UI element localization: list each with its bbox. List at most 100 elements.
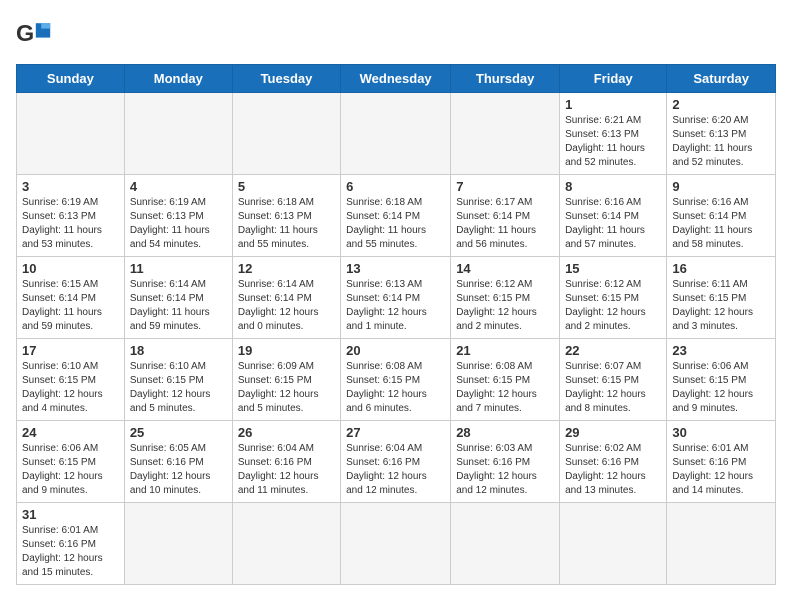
sun-info: Sunrise: 6:08 AM Sunset: 6:15 PM Dayligh… <box>456 360 554 416</box>
day-number: 3 <box>22 179 119 194</box>
day-number: 20 <box>346 343 445 358</box>
day-number: 1 <box>565 97 661 112</box>
calendar-cell: 28 Sunrise: 6:03 AM Sunset: 6:16 PM Dayli… <box>451 421 560 503</box>
calendar-week-1: 3 Sunrise: 6:19 AM Sunset: 6:13 PM Daylig… <box>17 175 776 257</box>
day-number: 8 <box>565 179 661 194</box>
calendar-cell: 26Sunrise: 6:04 AM Sunset: 6:16 PM Dayli… <box>232 421 340 503</box>
sun-info: Sunrise: 6:12 AM Sunset: 6:15 PM Dayligh… <box>565 278 661 334</box>
sun-info: Sunrise: 6:18 AM Sunset: 6:14 PM Dayligh… <box>346 196 445 252</box>
day-number: 28 <box>456 425 554 440</box>
sun-info: Sunrise: 6:19 AM Sunset: 6:13 PM Dayligh… <box>22 196 119 252</box>
day-number: 31 <box>22 507 119 522</box>
svg-text:G: G <box>16 20 34 46</box>
calendar-cell: 16Sunrise: 6:11 AM Sunset: 6:15 PM Dayli… <box>667 257 776 339</box>
calendar-cell: 14Sunrise: 6:12 AM Sunset: 6:15 PM Dayli… <box>451 257 560 339</box>
day-header-tuesday: Tuesday <box>232 65 340 93</box>
day-number: 21 <box>456 343 554 358</box>
calendar-cell: 30Sunrise: 6:01 AM Sunset: 6:16 PM Dayli… <box>667 421 776 503</box>
day-number: 5 <box>238 179 335 194</box>
calendar-cell <box>341 93 451 175</box>
sun-info: Sunrise: 6:15 AM Sunset: 6:14 PM Dayligh… <box>22 278 119 334</box>
sun-info: Sunrise: 6:11 AM Sunset: 6:15 PM Dayligh… <box>672 278 770 334</box>
day-header-sunday: Sunday <box>17 65 125 93</box>
calendar-cell: 7 Sunrise: 6:17 AM Sunset: 6:14 PM Daylig… <box>451 175 560 257</box>
calendar-cell: 27 Sunrise: 6:04 AM Sunset: 6:16 PM Dayli… <box>341 421 451 503</box>
sun-info: Sunrise: 6:09 AM Sunset: 6:15 PM Dayligh… <box>238 360 335 416</box>
day-header-monday: Monday <box>124 65 232 93</box>
calendar-cell <box>232 503 340 585</box>
sun-info: Sunrise: 6:14 AM Sunset: 6:14 PM Dayligh… <box>130 278 227 334</box>
calendar-cell <box>124 93 232 175</box>
calendar-table: SundayMondayTuesdayWednesdayThursdayFrid… <box>16 64 776 585</box>
calendar-cell: 10Sunrise: 6:15 AM Sunset: 6:14 PM Dayli… <box>17 257 125 339</box>
calendar-cell <box>341 503 451 585</box>
logo-icon: G <box>16 16 52 52</box>
day-header-saturday: Saturday <box>667 65 776 93</box>
calendar-cell: 1 Sunrise: 6:21 AM Sunset: 6:13 PM Daylig… <box>560 93 667 175</box>
calendar-cell <box>17 93 125 175</box>
calendar-cell <box>560 503 667 585</box>
calendar-cell <box>451 503 560 585</box>
day-number: 13 <box>346 261 445 276</box>
calendar-week-3: 17Sunrise: 6:10 AM Sunset: 6:15 PM Dayli… <box>17 339 776 421</box>
calendar-cell: 31Sunrise: 6:01 AM Sunset: 6:16 PM Dayli… <box>17 503 125 585</box>
day-number: 7 <box>456 179 554 194</box>
sun-info: Sunrise: 6:05 AM Sunset: 6:16 PM Dayligh… <box>130 442 227 498</box>
calendar-cell: 23Sunrise: 6:06 AM Sunset: 6:15 PM Dayli… <box>667 339 776 421</box>
sun-info: Sunrise: 6:02 AM Sunset: 6:16 PM Dayligh… <box>565 442 661 498</box>
sun-info: Sunrise: 6:04 AM Sunset: 6:16 PM Dayligh… <box>346 442 445 498</box>
calendar-week-0: 1 Sunrise: 6:21 AM Sunset: 6:13 PM Daylig… <box>17 93 776 175</box>
day-header-friday: Friday <box>560 65 667 93</box>
day-number: 2 <box>672 97 770 112</box>
calendar-body: 1 Sunrise: 6:21 AM Sunset: 6:13 PM Daylig… <box>17 93 776 585</box>
day-number: 27 <box>346 425 445 440</box>
sun-info: Sunrise: 6:01 AM Sunset: 6:16 PM Dayligh… <box>672 442 770 498</box>
calendar-cell: 18 Sunrise: 6:10 AM Sunset: 6:15 PM Dayli… <box>124 339 232 421</box>
day-number: 24 <box>22 425 119 440</box>
day-number: 4 <box>130 179 227 194</box>
day-number: 14 <box>456 261 554 276</box>
sun-info: Sunrise: 6:20 AM Sunset: 6:13 PM Dayligh… <box>672 114 770 170</box>
calendar-cell: 20Sunrise: 6:08 AM Sunset: 6:15 PM Dayli… <box>341 339 451 421</box>
sun-info: Sunrise: 6:21 AM Sunset: 6:13 PM Dayligh… <box>565 114 661 170</box>
sun-info: Sunrise: 6:18 AM Sunset: 6:13 PM Dayligh… <box>238 196 335 252</box>
sun-info: Sunrise: 6:19 AM Sunset: 6:13 PM Dayligh… <box>130 196 227 252</box>
calendar-cell: 24Sunrise: 6:06 AM Sunset: 6:15 PM Dayli… <box>17 421 125 503</box>
calendar-cell: 21 Sunrise: 6:08 AM Sunset: 6:15 PM Dayli… <box>451 339 560 421</box>
sun-info: Sunrise: 6:03 AM Sunset: 6:16 PM Dayligh… <box>456 442 554 498</box>
calendar-cell <box>451 93 560 175</box>
day-number: 12 <box>238 261 335 276</box>
page-header: G <box>16 16 776 52</box>
calendar-cell: 22 Sunrise: 6:07 AM Sunset: 6:15 PM Dayli… <box>560 339 667 421</box>
calendar-cell <box>667 503 776 585</box>
day-number: 25 <box>130 425 227 440</box>
calendar-week-5: 31Sunrise: 6:01 AM Sunset: 6:16 PM Dayli… <box>17 503 776 585</box>
calendar-cell <box>124 503 232 585</box>
sun-info: Sunrise: 6:10 AM Sunset: 6:15 PM Dayligh… <box>130 360 227 416</box>
calendar-cell: 8Sunrise: 6:16 AM Sunset: 6:14 PM Daylig… <box>560 175 667 257</box>
sun-info: Sunrise: 6:16 AM Sunset: 6:14 PM Dayligh… <box>672 196 770 252</box>
calendar-week-4: 24Sunrise: 6:06 AM Sunset: 6:15 PM Dayli… <box>17 421 776 503</box>
sun-info: Sunrise: 6:07 AM Sunset: 6:15 PM Dayligh… <box>565 360 661 416</box>
calendar-cell: 12Sunrise: 6:14 AM Sunset: 6:14 PM Dayli… <box>232 257 340 339</box>
day-number: 19 <box>238 343 335 358</box>
sun-info: Sunrise: 6:04 AM Sunset: 6:16 PM Dayligh… <box>238 442 335 498</box>
calendar-cell: 29 Sunrise: 6:02 AM Sunset: 6:16 PM Dayli… <box>560 421 667 503</box>
calendar-cell: 17Sunrise: 6:10 AM Sunset: 6:15 PM Dayli… <box>17 339 125 421</box>
calendar-cell: 4 Sunrise: 6:19 AM Sunset: 6:13 PM Daylig… <box>124 175 232 257</box>
calendar-header: SundayMondayTuesdayWednesdayThursdayFrid… <box>17 65 776 93</box>
sun-info: Sunrise: 6:13 AM Sunset: 6:14 PM Dayligh… <box>346 278 445 334</box>
day-number: 18 <box>130 343 227 358</box>
sun-info: Sunrise: 6:06 AM Sunset: 6:15 PM Dayligh… <box>672 360 770 416</box>
calendar-cell: 3 Sunrise: 6:19 AM Sunset: 6:13 PM Daylig… <box>17 175 125 257</box>
day-number: 22 <box>565 343 661 358</box>
calendar-cell: 5 Sunrise: 6:18 AM Sunset: 6:13 PM Daylig… <box>232 175 340 257</box>
day-number: 11 <box>130 261 227 276</box>
calendar-cell: 9Sunrise: 6:16 AM Sunset: 6:14 PM Daylig… <box>667 175 776 257</box>
calendar-cell <box>232 93 340 175</box>
days-of-week-row: SundayMondayTuesdayWednesdayThursdayFrid… <box>17 65 776 93</box>
day-number: 29 <box>565 425 661 440</box>
calendar-cell: 25 Sunrise: 6:05 AM Sunset: 6:16 PM Dayli… <box>124 421 232 503</box>
calendar-cell: 11 Sunrise: 6:14 AM Sunset: 6:14 PM Dayli… <box>124 257 232 339</box>
sun-info: Sunrise: 6:17 AM Sunset: 6:14 PM Dayligh… <box>456 196 554 252</box>
